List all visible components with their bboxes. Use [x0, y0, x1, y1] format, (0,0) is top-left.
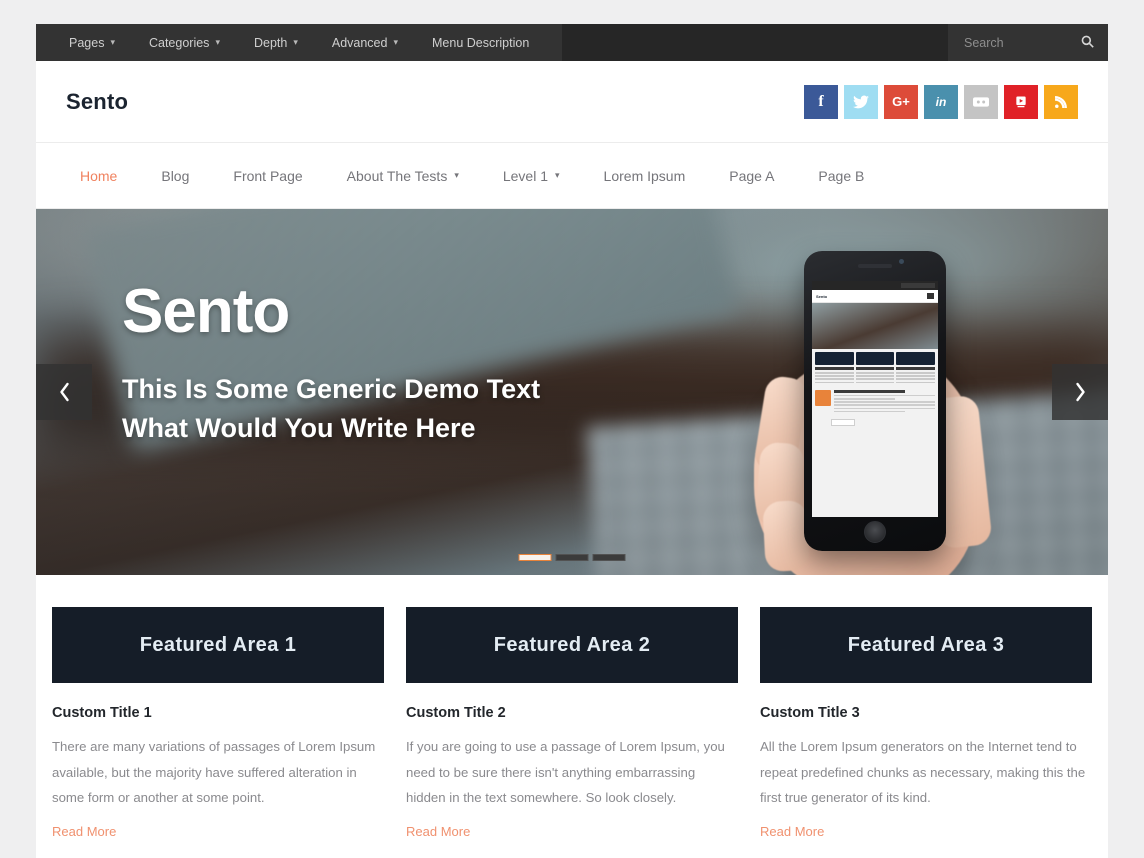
- topbar-item-advanced[interactable]: Advanced ▾: [315, 24, 415, 61]
- top-admin-bar: Pages ▾ Categories ▾ Depth ▾ Advanced ▾ …: [36, 24, 1108, 61]
- social-flickr-icon[interactable]: [964, 84, 998, 119]
- social-links: f G+ in: [804, 84, 1078, 119]
- nav-item-blog[interactable]: Blog: [139, 168, 211, 184]
- featured-column-1: Featured Area 1 Custom Title 1 There are…: [52, 607, 384, 841]
- topbar-item-pages[interactable]: Pages ▾: [52, 24, 132, 61]
- slider-pagination: [518, 554, 626, 561]
- social-linkedin-icon[interactable]: in: [924, 84, 958, 119]
- site-container: Pages ▾ Categories ▾ Depth ▾ Advanced ▾ …: [36, 24, 1108, 858]
- topbar-item-label: Advanced: [331, 35, 388, 50]
- hero-text-block: Sento This Is Some Generic Demo Text Wha…: [122, 279, 540, 448]
- featured-text-1: There are many variations of passages of…: [52, 739, 376, 806]
- featured-title-3: Custom Title 3: [760, 705, 860, 721]
- topbar-item-label: Menu Description: [432, 35, 530, 50]
- site-logo[interactable]: Sento: [66, 89, 128, 115]
- hero-subtitle-line-1: This Is Some Generic Demo Text: [122, 374, 541, 405]
- nav-item-front-page[interactable]: Front Page: [211, 168, 324, 184]
- hand-holding-phone-image: Sento: [726, 229, 1026, 575]
- chevron-down-icon: ▾: [215, 37, 220, 47]
- featured-text-3: All the Lorem Ipsum generators on the In…: [760, 739, 1086, 806]
- nav-item-label: About The Tests: [346, 167, 448, 184]
- brand-row: Sento f G+ in: [36, 61, 1108, 143]
- nav-item-home[interactable]: Home: [66, 168, 139, 184]
- chevron-left-icon: [59, 382, 69, 402]
- hero-subtitle-line-2: What Would You Write Here: [122, 413, 476, 444]
- social-rss-icon[interactable]: [1044, 84, 1078, 119]
- featured-column-3: Featured Area 3 Custom Title 3 All the L…: [760, 607, 1092, 841]
- slider-dot-1[interactable]: [518, 554, 552, 561]
- nav-item-about-the-tests[interactable]: About The Tests ▾: [325, 168, 481, 184]
- read-more-link-3[interactable]: Read More: [760, 824, 824, 839]
- social-googleplus-icon[interactable]: G+: [884, 84, 918, 119]
- slider-dot-3[interactable]: [592, 554, 626, 561]
- hero-title: Sento: [122, 277, 290, 346]
- slider-dot-2[interactable]: [555, 554, 589, 561]
- topbar-item-label: Depth: [253, 35, 288, 50]
- nav-item-label: Page A: [729, 167, 775, 184]
- search-box[interactable]: [948, 24, 1108, 61]
- search-icon[interactable]: [1081, 35, 1094, 50]
- featured-title-2: Custom Title 2: [406, 705, 506, 721]
- nav-item-label: Page B: [818, 167, 865, 184]
- nav-item-page-b[interactable]: Page B: [796, 168, 886, 184]
- chevron-down-icon: ▾: [110, 37, 115, 47]
- chevron-down-icon: ▾: [293, 37, 298, 47]
- featured-title-1: Custom Title 1: [52, 705, 152, 721]
- featured-box-2: Featured Area 2: [406, 607, 738, 683]
- featured-box-1: Featured Area 1: [52, 607, 384, 683]
- chevron-down-icon: ▾: [555, 170, 560, 180]
- hero-subtitle: This Is Some Generic Demo Text What Woul…: [122, 370, 540, 448]
- read-more-link-1[interactable]: Read More: [52, 824, 116, 839]
- hero-slider: Sento Sento This Is Some Generic Demo Te…: [36, 209, 1108, 575]
- nav-item-label: Front Page: [233, 167, 303, 184]
- topbar-item-menu-description[interactable]: Menu Description: [415, 24, 546, 61]
- top-admin-menu: Pages ▾ Categories ▾ Depth ▾ Advanced ▾ …: [36, 24, 563, 61]
- featured-column-2: Featured Area 2 Custom Title 2 If you ar…: [406, 607, 738, 841]
- nav-item-level-1[interactable]: Level 1 ▾: [481, 168, 582, 184]
- nav-item-label: Blog: [161, 167, 190, 184]
- slider-prev-button[interactable]: [36, 364, 92, 420]
- featured-text-2: If you are going to use a passage of Lor…: [406, 739, 725, 806]
- read-more-link-2[interactable]: Read More: [406, 824, 470, 839]
- nav-item-label: Home: [80, 167, 118, 184]
- phone-mockup: Sento: [804, 251, 946, 551]
- nav-item-page-a[interactable]: Page A: [707, 168, 796, 184]
- social-youtube-icon[interactable]: [1004, 84, 1038, 119]
- chevron-down-icon: ▾: [393, 37, 398, 47]
- topbar-item-label: Categories: [148, 35, 210, 50]
- nav-item-label: Level 1: [502, 167, 549, 184]
- search-input[interactable]: [964, 35, 1075, 50]
- featured-areas: Featured Area 1 Custom Title 1 There are…: [36, 575, 1108, 841]
- slider-next-button[interactable]: [1052, 364, 1108, 420]
- social-facebook-icon[interactable]: f: [804, 84, 838, 119]
- topbar-item-depth[interactable]: Depth ▾: [237, 24, 315, 61]
- topbar-item-categories[interactable]: Categories ▾: [132, 24, 237, 61]
- nav-item-label: Lorem Ipsum: [603, 167, 686, 184]
- main-navigation: Home Blog Front Page About The Tests ▾ L…: [36, 143, 1108, 209]
- topbar-item-label: Pages: [69, 35, 105, 50]
- chevron-down-icon: ▾: [454, 170, 459, 180]
- chevron-right-icon: [1075, 382, 1085, 402]
- nav-item-lorem-ipsum[interactable]: Lorem Ipsum: [582, 168, 708, 184]
- featured-box-3: Featured Area 3: [760, 607, 1092, 683]
- social-twitter-icon[interactable]: [844, 84, 878, 119]
